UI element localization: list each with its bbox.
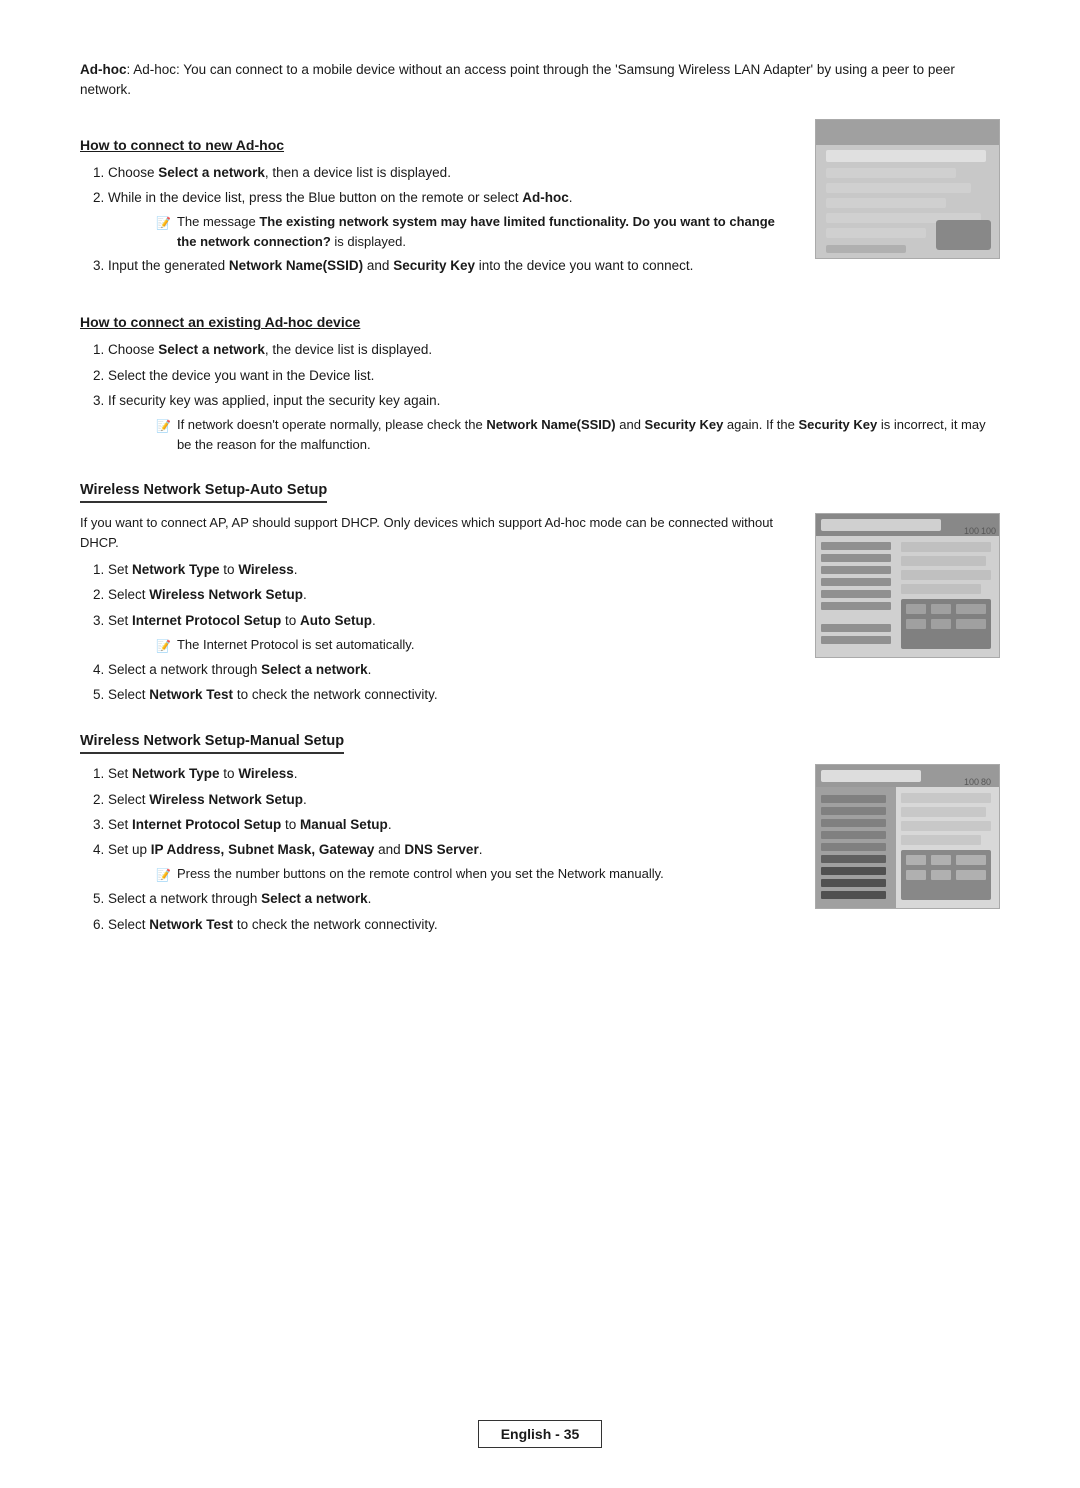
section-auto-setup-container: If you want to connect AP, AP should sup… <box>80 513 1000 711</box>
list-item: Set up IP Address, Subnet Mask, Gateway … <box>108 840 795 884</box>
svg-text:100: 100 <box>964 526 979 536</box>
section-manual-setup-image: 100 80 <box>815 764 1000 909</box>
section-auto-setup-steps: Set Network Type to Wireless. Select Wir… <box>108 560 795 705</box>
list-item: Select Wireless Network Setup. <box>108 585 795 605</box>
note-text: The message The existing network system … <box>177 212 795 251</box>
section-new-adhoc-heading: How to connect to new Ad-hoc <box>80 137 795 153</box>
intro-paragraph: Ad-hoc: Ad-hoc: You can connect to a mob… <box>80 60 1000 101</box>
note-text: Press the number buttons on the remote c… <box>177 864 664 884</box>
section-new-adhoc-content: How to connect to new Ad-hoc Choose Sele… <box>80 119 795 283</box>
list-item: Set Network Type to Wireless. <box>108 764 795 784</box>
section-auto-setup-image: 100 100 <box>815 513 1000 658</box>
list-item: Set Internet Protocol Setup to Auto Setu… <box>108 611 795 655</box>
section-new-adhoc: How to connect to new Ad-hoc Choose Sele… <box>80 119 1000 283</box>
list-item: Select Network Test to check the network… <box>108 685 795 705</box>
list-item: Select the device you want in the Device… <box>108 366 1000 386</box>
list-item: Input the generated Network Name(SSID) a… <box>108 256 795 276</box>
list-item: Select Network Test to check the network… <box>108 915 795 935</box>
section-existing-adhoc-heading: How to connect an existing Ad-hoc device <box>80 314 1000 330</box>
auto-setup-intro: If you want to connect AP, AP should sup… <box>80 513 795 552</box>
note-icon: 📝 <box>156 866 171 884</box>
list-item: Choose Select a network, the device list… <box>108 340 1000 360</box>
section-new-adhoc-image <box>815 119 1000 259</box>
note-item: 📝 If network doesn't operate normally, p… <box>156 415 1000 454</box>
list-item: Select a network through Select a networ… <box>108 889 795 909</box>
note-icon: 📝 <box>156 637 171 655</box>
section-existing-adhoc-content: How to connect an existing Ad-hoc device… <box>80 296 1000 460</box>
list-item: If security key was applied, input the s… <box>108 391 1000 454</box>
svg-text:80: 80 <box>981 777 991 787</box>
svg-text:100: 100 <box>964 777 979 787</box>
section-auto-setup-heading: Wireless Network Setup-Auto Setup <box>80 482 327 503</box>
section-auto-setup-content: If you want to connect AP, AP should sup… <box>80 513 795 711</box>
note-icon: 📝 <box>156 417 171 435</box>
list-item: While in the device list, press the Blue… <box>108 188 795 251</box>
footer: English - 35 <box>0 1420 1080 1448</box>
footer-page-number: English - 35 <box>478 1420 603 1448</box>
note-text: If network doesn't operate normally, ple… <box>177 415 1000 454</box>
section-auto-setup: Wireless Network Setup-Auto Setup If you… <box>80 482 1000 711</box>
section-manual-setup-content: Set Network Type to Wireless. Select Wir… <box>80 764 795 941</box>
list-item: Set Internet Protocol Setup to Manual Se… <box>108 815 795 835</box>
note-item: 📝 The Internet Protocol is set automatic… <box>156 635 795 655</box>
note-icon: 📝 <box>156 214 171 232</box>
list-item: Set Network Type to Wireless. <box>108 560 795 580</box>
section-existing-adhoc: How to connect an existing Ad-hoc device… <box>80 296 1000 460</box>
section-manual-setup: Wireless Network Setup-Manual Setup Set … <box>80 733 1000 941</box>
note-text: The Internet Protocol is set automatical… <box>177 635 414 655</box>
section-new-adhoc-steps: Choose Select a network, then a device l… <box>108 163 795 277</box>
section-existing-adhoc-steps: Choose Select a network, the device list… <box>108 340 1000 454</box>
list-item: Choose Select a network, then a device l… <box>108 163 795 183</box>
list-item: Select Wireless Network Setup. <box>108 790 795 810</box>
section-manual-setup-container: Set Network Type to Wireless. Select Wir… <box>80 764 1000 941</box>
note-item: 📝 Press the number buttons on the remote… <box>156 864 795 884</box>
section-manual-setup-steps: Set Network Type to Wireless. Select Wir… <box>108 764 795 935</box>
svg-text:100: 100 <box>981 526 996 536</box>
section-manual-setup-heading: Wireless Network Setup-Manual Setup <box>80 733 344 754</box>
note-item: 📝 The message The existing network syste… <box>156 212 795 251</box>
list-item: Select a network through Select a networ… <box>108 660 795 680</box>
